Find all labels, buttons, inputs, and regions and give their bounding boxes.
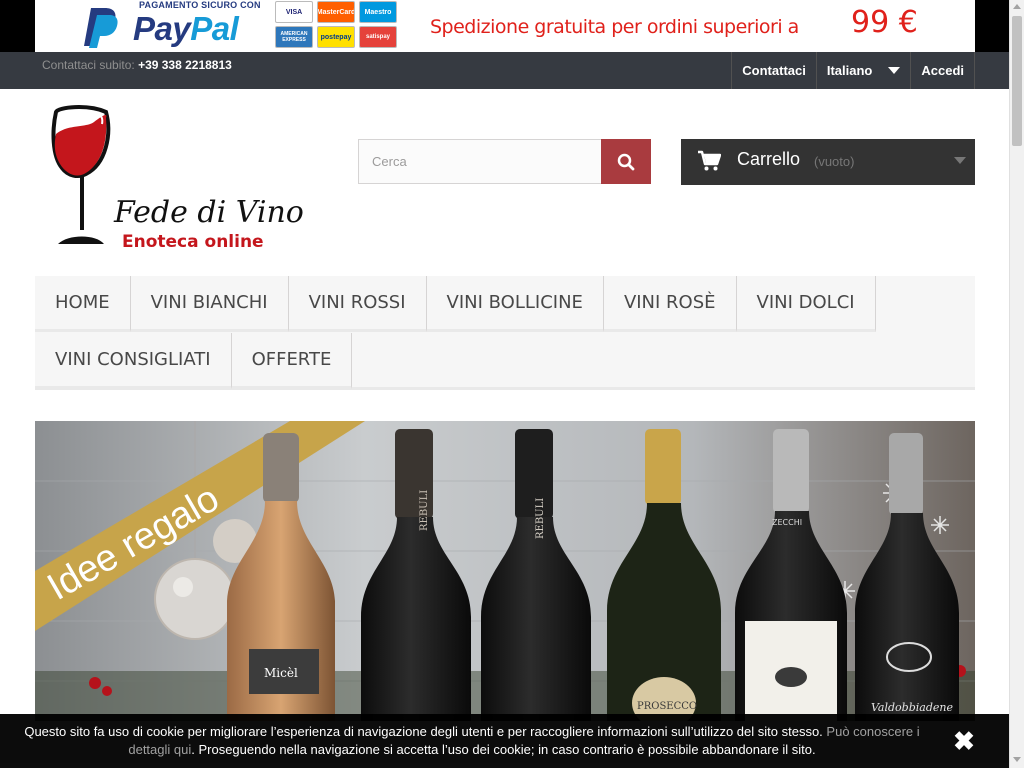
hero-label-6: Valdobbiadene [871, 701, 953, 714]
contact-label: Contattaci subito: [42, 58, 135, 72]
payment-cards: VISA MasterCard Maestro AMERICAN EXPRESS… [275, 1, 397, 48]
postepay-icon: postepay [317, 26, 355, 48]
paypal-wordmark: PayPal [133, 10, 239, 47]
menu-item-vini-rose[interactable]: VINI ROSÈ [603, 276, 737, 332]
chevron-down-icon [888, 67, 901, 74]
hero-slider[interactable]: Idee regalo Micèl REBULI REBULI PROSECCO… [35, 421, 975, 721]
hero-label-2: REBULI [419, 490, 430, 531]
scroll-down-icon[interactable] [1013, 757, 1021, 762]
menu-item-vini-bianchi[interactable]: VINI BIANCHI [130, 276, 289, 332]
hero-label-4: PROSECCO [637, 701, 697, 712]
search-icon [617, 153, 635, 170]
cart-label: Carrello [737, 149, 801, 169]
maestro-icon: Maestro [359, 1, 397, 23]
logo-subtitle: Enoteca online [122, 232, 264, 252]
search-button[interactable] [601, 139, 651, 184]
visa-card-icon: VISA [275, 1, 313, 23]
main-menu: HOME VINI BIANCHI VINI ROSSI VINI BOLLIC… [35, 276, 975, 390]
contact-info: Contattaci subito: +39 338 2218813 [42, 58, 232, 72]
menu-row-2: VINI CONSIGLIATI OFFERTE [35, 333, 353, 389]
top-links: Contattaci Italiano Accedi [731, 52, 975, 89]
promo-banner[interactable]: PAGAMENTO SICURO CON PayPal VISA MasterC… [35, 0, 975, 52]
cart-button[interactable]: Carrello (vuoto) [681, 139, 975, 185]
free-shipping-text: Spedizione gratuita per ordini superiori… [430, 16, 799, 38]
cookie-banner: Questo sito fa uso di cookie per miglior… [0, 714, 1024, 768]
free-shipping-amount: 99 € [851, 5, 918, 40]
menu-item-vini-consigliati[interactable]: VINI CONSIGLIATI [35, 333, 232, 389]
page-scrollbar[interactable] [1009, 0, 1024, 768]
chevron-down-icon [954, 157, 966, 164]
top-nav-bar: Contattaci subito: +39 338 2218813 Conta… [0, 52, 1024, 89]
search-input[interactable] [359, 140, 601, 183]
satispay-icon: satispay [359, 26, 397, 48]
search-field-wrapper [358, 139, 602, 184]
menu-row-1: HOME VINI BIANCHI VINI ROSSI VINI BOLLIC… [35, 276, 876, 332]
login-link[interactable]: Accedi [910, 52, 975, 89]
paypal-caption: PAGAMENTO SICURO CON [139, 0, 261, 10]
shopping-cart-icon [698, 150, 721, 171]
mastercard-icon: MasterCard [317, 1, 355, 23]
menu-item-vini-dolci[interactable]: VINI DOLCI [736, 276, 876, 332]
menu-item-home[interactable]: HOME [35, 276, 131, 332]
contact-phone[interactable]: +39 338 2218813 [138, 58, 232, 72]
hero-image: Idee regalo Micèl REBULI REBULI PROSECCO… [35, 421, 975, 721]
hero-label-1: Micèl [264, 666, 298, 680]
cookie-text: Questo sito fa uso di cookie per miglior… [12, 723, 932, 759]
cookie-message: Questo sito fa uso di cookie per miglior… [24, 724, 823, 739]
top-banner-row: PAGAMENTO SICURO CON PayPal VISA MasterC… [0, 0, 1024, 52]
paypal-logo-icon [84, 8, 118, 48]
amex-icon: AMERICAN EXPRESS [275, 26, 313, 48]
scrollbar-thumb[interactable] [1012, 16, 1022, 146]
menu-item-vini-bollicine[interactable]: VINI BOLLICINE [426, 276, 604, 332]
menu-item-offerte[interactable]: OFFERTE [231, 333, 353, 389]
site-logo[interactable]: Fede di Vino Enoteca online [48, 104, 328, 252]
cookie-message-2: . Proseguendo nella navigazione si accet… [191, 742, 816, 757]
cart-status: (vuoto) [814, 154, 855, 169]
menu-item-vini-rossi[interactable]: VINI ROSSI [288, 276, 427, 332]
logo-title: Fede di Vino [113, 195, 304, 230]
contact-link[interactable]: Contattaci [731, 52, 816, 89]
scroll-up-icon[interactable] [1013, 4, 1021, 9]
close-icon[interactable]: ✖ [952, 728, 976, 754]
hero-label-3: REBULI [535, 498, 546, 539]
language-selector[interactable]: Italiano [815, 52, 911, 89]
hero-label-5: ZECCHI [772, 518, 802, 527]
